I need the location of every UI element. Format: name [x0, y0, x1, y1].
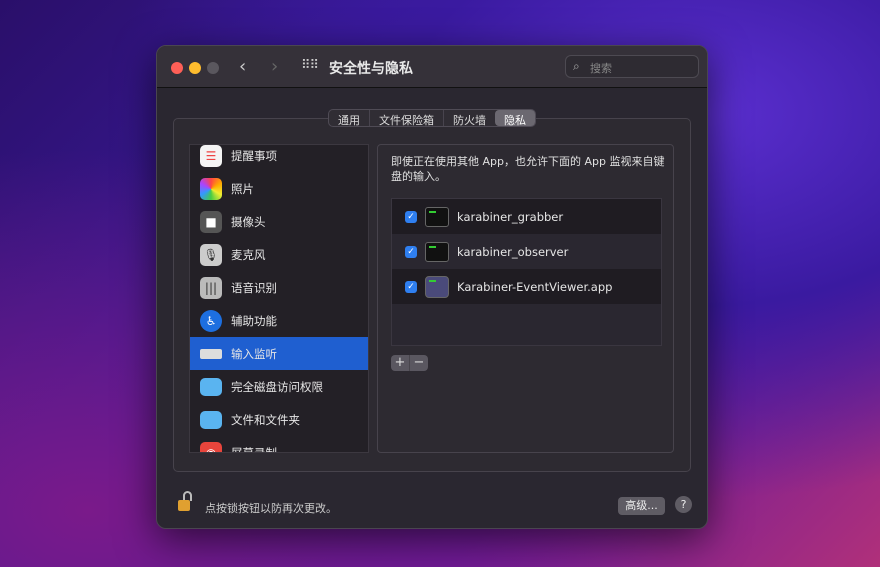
- sidebar-item-reminders[interactable]: ☰ 提醒事项: [190, 145, 368, 172]
- search-icon: ⌕: [573, 59, 580, 73]
- add-button[interactable]: +: [391, 355, 410, 371]
- sidebar-item-label: 照片: [231, 181, 254, 196]
- sidebar-item-label: 提醒事项: [231, 148, 277, 163]
- detail-pane: 即使正在使用其他 App，也允许下面的 App 监视来自键盘的输入。 ✓ kara…: [377, 144, 674, 453]
- sidebar-item-label: 文件和文件夹: [231, 412, 300, 427]
- sidebar-item-microphone[interactable]: 🎙 麦克风: [190, 238, 368, 271]
- tab-firewall[interactable]: 防火墙: [444, 110, 495, 127]
- sidebar-item-speech-recognition[interactable]: ||| 语音识别: [190, 271, 368, 304]
- advanced-button[interactable]: 高级...: [618, 497, 665, 515]
- terminal-icon: [425, 206, 449, 227]
- folder-icon: [200, 377, 222, 396]
- event-viewer-icon: [425, 275, 449, 298]
- grid-icon[interactable]: ⠿⠿: [301, 58, 319, 73]
- back-icon[interactable]: ‹: [239, 56, 246, 77]
- sidebar-item-label: 屏幕录制: [231, 445, 277, 453]
- sidebar-item-screen-recording[interactable]: ◉ 屏幕录制: [190, 436, 368, 453]
- remove-button[interactable]: −: [410, 355, 428, 371]
- sidebar-item-accessibility[interactable]: ♿ 辅助功能: [190, 304, 368, 337]
- sidebar-item-label: 完全磁盘访问权限: [231, 379, 323, 394]
- keyboard-icon: [200, 348, 222, 359]
- app-checkbox[interactable]: ✓: [405, 210, 417, 223]
- list-item[interactable]: ✓ Karabiner-EventViewer.app: [392, 269, 661, 304]
- window-title: 安全性与隐私: [329, 61, 413, 77]
- tab-bar: 通用 文件保险箱 防火墙 隐私: [328, 109, 536, 127]
- privacy-category-list[interactable]: ☰ 提醒事项 照片 ■ 摄像头 🎙 麦克风 ||| 语音识别 ♿ 辅助功能 输入监听 完全…: [189, 144, 369, 453]
- speech-recognition-icon: |||: [200, 276, 222, 299]
- screen-recording-icon: ◉: [200, 441, 222, 452]
- terminal-icon: [425, 241, 449, 262]
- sidebar-item-label: 摄像头: [231, 214, 266, 229]
- app-checkbox[interactable]: ✓: [405, 245, 417, 258]
- sidebar-item-label: 语音识别: [231, 280, 277, 295]
- reminders-icon: ☰: [200, 145, 222, 167]
- minimize-button[interactable]: [189, 62, 201, 74]
- photos-icon: [200, 177, 222, 200]
- sidebar-item-label: 输入监听: [231, 346, 277, 361]
- sidebar-item-input-monitoring[interactable]: 输入监听: [190, 337, 368, 370]
- tab-privacy[interactable]: 隐私: [495, 110, 535, 127]
- tab-filevault[interactable]: 文件保险箱: [370, 110, 444, 127]
- preferences-window: ‹ › ⠿⠿ 安全性与隐私 ⌕ 搜索 通用 文件保险箱 防火墙 隐私 ☰ 提醒事项…: [156, 45, 708, 529]
- sidebar-item-photos[interactable]: 照片: [190, 172, 368, 205]
- tab-general[interactable]: 通用: [329, 110, 370, 127]
- titlebar: ‹ › ⠿⠿ 安全性与隐私 ⌕ 搜索: [157, 46, 707, 88]
- close-button[interactable]: [171, 62, 183, 74]
- description: 即使正在使用其他 App，也允许下面的 App 监视来自键盘的输入。: [391, 155, 665, 183]
- search-input[interactable]: ⌕ 搜索: [565, 55, 699, 78]
- help-button[interactable]: ?: [675, 496, 692, 513]
- app-name: karabiner_observer: [457, 244, 569, 259]
- app-list: ✓ karabiner_grabber ✓ karabiner_observer ✓…: [391, 198, 662, 346]
- app-name: karabiner_grabber: [457, 209, 564, 224]
- sidebar-item-label: 麦克风: [231, 247, 266, 262]
- sidebar-item-label: 辅助功能: [231, 313, 277, 328]
- camera-icon: ■: [200, 210, 222, 233]
- sidebar-item-camera[interactable]: ■ 摄像头: [190, 205, 368, 238]
- zoom-button[interactable]: [207, 62, 219, 74]
- sidebar-item-files-folders[interactable]: 文件和文件夹: [190, 403, 368, 436]
- app-name: Karabiner-EventViewer.app: [457, 279, 613, 294]
- list-item[interactable]: ✓ karabiner_grabber: [392, 199, 661, 234]
- list-item[interactable]: ✓ karabiner_observer: [392, 234, 661, 269]
- microphone-icon: 🎙: [200, 243, 222, 266]
- lock-icon[interactable]: [178, 491, 192, 513]
- search-placeholder: 搜索: [590, 62, 612, 75]
- app-checkbox[interactable]: ✓: [405, 280, 417, 293]
- folder-icon: [200, 410, 222, 429]
- lock-text: 点按锁按钮以防再次更改。: [205, 502, 337, 515]
- add-remove-control: + −: [391, 355, 428, 371]
- sidebar-item-full-disk-access[interactable]: 完全磁盘访问权限: [190, 370, 368, 403]
- forward-icon[interactable]: ›: [271, 56, 278, 77]
- accessibility-icon: ♿: [200, 309, 222, 332]
